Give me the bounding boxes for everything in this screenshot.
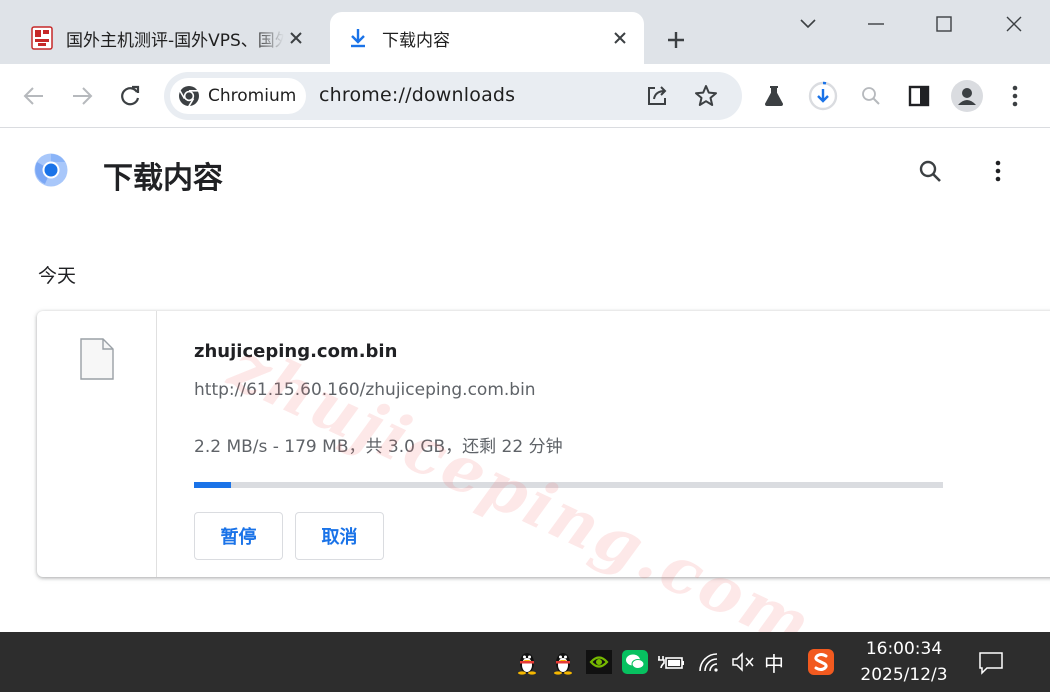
source-url-link[interactable]: http://61.15.60.160/zhujiceping.com.bin — [194, 380, 536, 400]
zoom-search-icon[interactable] — [853, 78, 889, 114]
labs-flask-icon[interactable] — [756, 78, 792, 114]
close-tab-icon[interactable] — [608, 26, 632, 50]
close-tab-icon[interactable] — [284, 26, 308, 50]
page-more-vertical-icon[interactable] — [982, 155, 1014, 187]
maximize-icon[interactable] — [924, 8, 964, 40]
browser-window: 国外主机测评-国外VPS、国外服务器 下载内容 — [0, 0, 1050, 665]
download-icon — [346, 26, 370, 50]
new-tab-plus-icon[interactable] — [660, 24, 692, 56]
chromium-icon — [179, 86, 199, 107]
clock-date: 2025/12/3 — [860, 665, 948, 685]
tab-title: 国外主机测评-国外VPS、国外服务器 — [66, 30, 284, 51]
page-title: 下载内容 — [103, 161, 223, 196]
tab-title: 下载内容 — [382, 30, 450, 51]
downloads-page: 下载内容 今天 zhujiceping.com.bin http://61.15… — [0, 129, 1050, 665]
pause-button[interactable]: 暂停 — [194, 512, 283, 560]
site-favicon-icon — [30, 26, 54, 50]
sogou-input-icon[interactable] — [806, 646, 836, 678]
chip-label: Chromium — [208, 86, 297, 106]
taskbar-clock[interactable]: 16:00:34 2025/12/3 — [852, 636, 956, 688]
ime-indicator[interactable]: 中 — [764, 648, 784, 677]
progress-fill — [194, 482, 232, 488]
toolbar: Chromium chrome://downloads — [0, 64, 1050, 128]
nvidia-icon[interactable] — [584, 646, 614, 678]
clock-time: 16:00:34 — [865, 639, 943, 659]
download-progress-bar — [194, 482, 943, 488]
tab-zhujiceping[interactable]: 国外主机测评-国外VPS、国外服务器 — [14, 12, 320, 64]
qq-penguin-icon[interactable] — [548, 646, 578, 678]
back-arrow-icon[interactable] — [16, 78, 52, 114]
forward-arrow-icon[interactable] — [64, 78, 100, 114]
bookmark-star-icon[interactable] — [690, 80, 722, 112]
notification-center-icon[interactable] — [976, 648, 1006, 678]
more-vertical-icon[interactable] — [997, 78, 1033, 114]
reload-icon[interactable] — [112, 78, 148, 114]
wifi-icon[interactable] — [694, 646, 724, 678]
battery-plug-icon[interactable] — [656, 646, 686, 678]
tab-strip: 国外主机测评-国外VPS、国外服务器 下载内容 — [0, 0, 1050, 64]
tab-downloads[interactable]: 下载内容 — [330, 12, 644, 64]
file-icon-column — [37, 311, 157, 577]
share-icon[interactable] — [641, 80, 673, 112]
date-heading: 今天 — [38, 265, 77, 287]
volume-muted-icon[interactable] — [728, 646, 758, 678]
wechat-icon[interactable] — [620, 646, 650, 678]
qq-penguin-icon[interactable] — [512, 646, 542, 678]
address-bar[interactable]: Chromium chrome://downloads — [164, 72, 742, 120]
file-icon — [80, 338, 114, 380]
profile-avatar-icon[interactable] — [949, 78, 985, 114]
close-window-icon[interactable] — [994, 8, 1034, 40]
chromium-logo-icon — [34, 153, 68, 187]
search-icon[interactable] — [914, 155, 946, 187]
url-text[interactable]: chrome://downloads — [319, 84, 515, 106]
chromium-chip[interactable]: Chromium — [170, 78, 306, 114]
taskbar: 中 16:00:34 2025/12/3 — [0, 632, 1050, 692]
minimize-icon[interactable] — [856, 8, 896, 40]
downloads-progress-icon[interactable] — [805, 78, 841, 114]
tab-search-chevron-down-icon[interactable] — [788, 8, 828, 40]
file-name-link[interactable]: zhujiceping.com.bin — [194, 341, 397, 362]
download-status: 2.2 MB/s - 179 MB，共 3.0 GB，还剩 22 分钟 — [194, 437, 563, 457]
side-panel-icon[interactable] — [901, 78, 937, 114]
cancel-button[interactable]: 取消 — [295, 512, 384, 560]
download-item-card: zhujiceping.com.bin http://61.15.60.160/… — [37, 311, 1050, 577]
